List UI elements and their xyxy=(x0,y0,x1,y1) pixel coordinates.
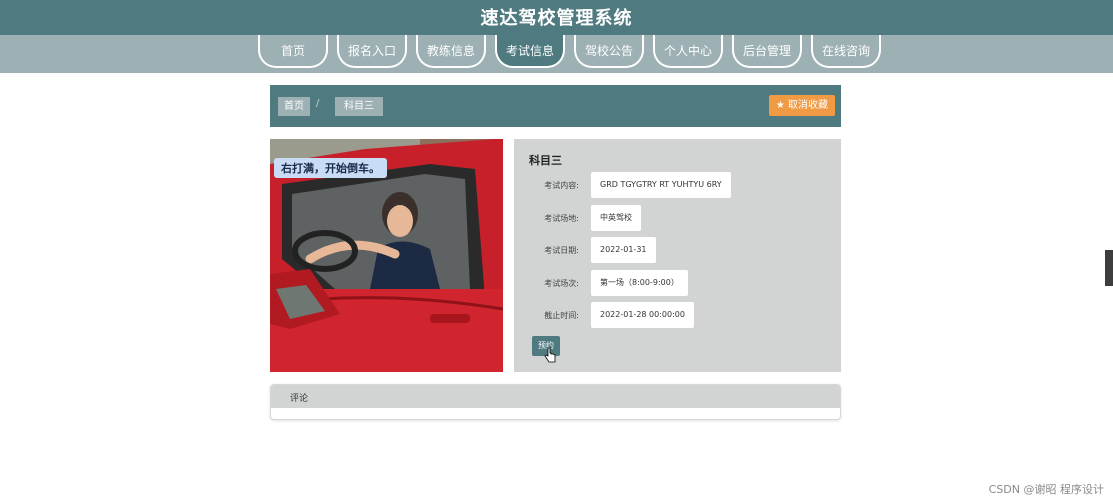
detail-value: 2022-01-31 xyxy=(591,237,656,263)
nav-items: 首页 报名入口 教练信息 考试信息 驾校公告 个人中心 后台管理 在线咨询 xyxy=(258,35,881,73)
detail-row-content: 考试内容: GRD TGYGTRY RT YUHTYU 6RY xyxy=(514,172,841,198)
detail-label: 考试场地: xyxy=(544,214,579,223)
nav-item-personal-center[interactable]: 个人中心 xyxy=(653,35,723,68)
photo-caption: 右打满，开始倒车。 xyxy=(274,158,387,178)
detail-label: 截止时间: xyxy=(544,311,579,320)
exam-photo: 右打满，开始倒车。 xyxy=(270,139,503,372)
top-header: 速达驾校管理系统 xyxy=(0,0,1113,35)
detail-label: 考试场次: xyxy=(544,279,579,288)
side-float-tab[interactable] xyxy=(1105,250,1113,286)
nav-item-home[interactable]: 首页 xyxy=(258,35,328,68)
unfavorite-label: 取消收藏 xyxy=(788,100,828,111)
nav-item-school-notice[interactable]: 驾校公告 xyxy=(574,35,644,68)
breadcrumb-separator: / xyxy=(316,98,320,109)
detail-row-venue: 考试场地: 中英驾校 xyxy=(514,205,841,231)
watermark: CSDN @谢昭 程序设计 xyxy=(988,483,1104,496)
nav-item-exam-info[interactable]: 考试信息 xyxy=(495,35,565,68)
breadcrumb-home[interactable]: 首页 xyxy=(278,97,310,116)
comments-title: 评论 xyxy=(290,394,309,404)
detail-value: 2022-01-28 00:00:00 xyxy=(591,302,694,328)
detail-value: 第一场（8:00-9:00） xyxy=(591,270,688,296)
detail-row-deadline: 截止时间: 2022-01-28 00:00:00 xyxy=(514,302,841,328)
breadcrumb: 首页 / 科目三 ★ 取消收藏 xyxy=(270,85,841,127)
breadcrumb-current: 科目三 xyxy=(335,97,383,116)
nav-item-online-consult[interactable]: 在线咨询 xyxy=(811,35,881,68)
hand-cursor-icon xyxy=(544,347,556,363)
comments-header: 评论 xyxy=(271,385,840,408)
comments-section: 评论 xyxy=(270,384,841,420)
exam-title: 科目三 xyxy=(529,154,562,167)
site-title: 速达驾校管理系统 xyxy=(480,8,633,29)
nav-item-registration[interactable]: 报名入口 xyxy=(337,35,407,68)
detail-label: 考试日期: xyxy=(544,246,579,255)
detail-value: 中英驾校 xyxy=(591,205,641,231)
nav-item-admin[interactable]: 后台管理 xyxy=(732,35,802,68)
star-icon: ★ xyxy=(775,100,785,111)
detail-value: GRD TGYGTRY RT YUHTYU 6RY xyxy=(591,172,731,198)
exam-details-panel: 科目三 考试内容: GRD TGYGTRY RT YUHTYU 6RY 考试场地… xyxy=(514,139,841,372)
nav-item-coach-info[interactable]: 教练信息 xyxy=(416,35,486,68)
detail-label: 考试内容: xyxy=(544,181,579,190)
main-nav: 首页 报名入口 教练信息 考试信息 驾校公告 个人中心 后台管理 在线咨询 xyxy=(0,35,1113,73)
detail-row-session: 考试场次: 第一场（8:00-9:00） xyxy=(514,270,841,296)
detail-row-date: 考试日期: 2022-01-31 xyxy=(514,237,841,263)
unfavorite-button[interactable]: ★ 取消收藏 xyxy=(768,95,835,116)
